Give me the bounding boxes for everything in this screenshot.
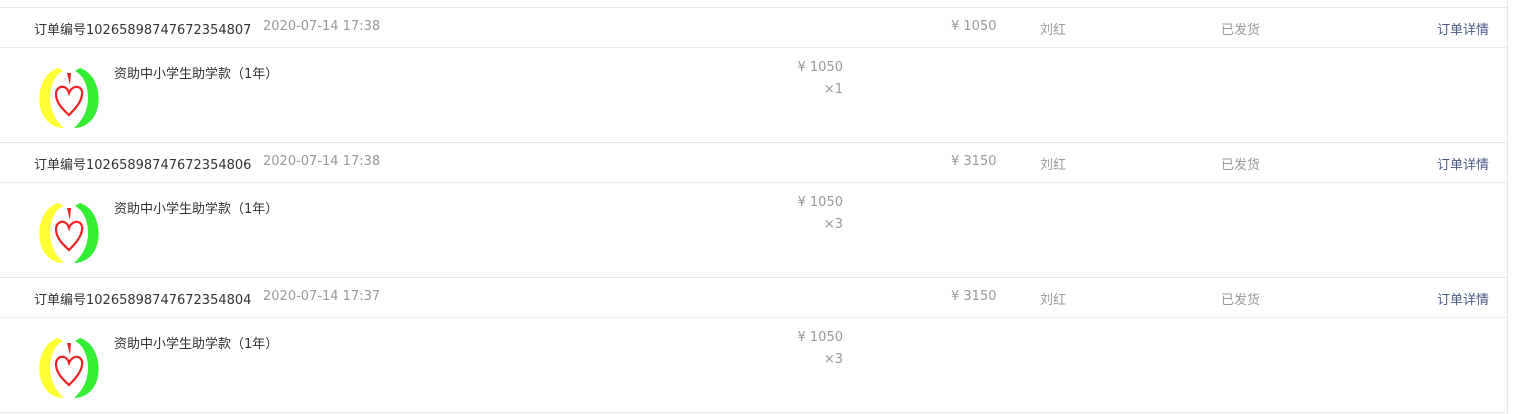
order-detail-link[interactable]: 订单详情 (1437, 154, 1489, 173)
charity-heart-logo-icon (39, 68, 99, 128)
order-header: 订单编号10265898747672354806 2020-07-14 17:3… (0, 143, 1508, 183)
order-card: 订单编号10265898747672354804 2020-07-14 17:3… (0, 278, 1508, 413)
order-status: 已发货 (1221, 23, 1261, 38)
product-quantity: ×3 (823, 217, 843, 232)
order-number: 订单编号10265898747672354804 (34, 293, 252, 308)
product-unit-price: ¥ 1050 (797, 195, 844, 210)
order-total: ¥ 1050 (951, 19, 997, 34)
product-name[interactable]: 资助中小学生助学款（1年） (114, 198, 278, 217)
order-item-row: 资助中小学生助学款（1年） ¥ 1050 ×3 (0, 318, 1508, 413)
order-time: 2020-07-14 17:38 (263, 154, 381, 169)
product-quantity: ×3 (823, 352, 843, 367)
order-item-row: 资助中小学生助学款（1年） ¥ 1050 ×1 (0, 48, 1508, 143)
order-status: 已发货 (1221, 158, 1261, 173)
order-number: 订单编号10265898747672354807 (34, 23, 252, 38)
order-number: 订单编号10265898747672354806 (34, 158, 252, 173)
charity-heart-logo-icon (39, 338, 99, 398)
product-unit-price: ¥ 1050 (797, 330, 844, 345)
product-quantity: ×1 (823, 82, 843, 97)
order-detail-link[interactable]: 订单详情 (1437, 19, 1489, 38)
order-recipient: 刘红 (1040, 158, 1067, 173)
order-total: ¥ 3150 (951, 154, 997, 169)
order-time: 2020-07-14 17:38 (263, 19, 381, 34)
order-total: ¥ 3150 (951, 289, 997, 304)
order-time: 2020-07-14 17:37 (263, 289, 381, 304)
order-recipient: 刘红 (1040, 23, 1067, 38)
order-card: 订单编号10265898747672354806 2020-07-14 17:3… (0, 143, 1508, 278)
order-recipient: 刘红 (1040, 293, 1067, 308)
order-detail-link[interactable]: 订单详情 (1437, 289, 1489, 308)
product-unit-price: ¥ 1050 (797, 60, 844, 75)
order-status: 已发货 (1221, 293, 1261, 308)
order-list-panel: 订单编号10265898747672354807 2020-07-14 17:3… (0, 0, 1508, 414)
charity-heart-logo-icon (39, 203, 99, 263)
order-item-row: 资助中小学生助学款（1年） ¥ 1050 ×3 (0, 183, 1508, 278)
order-header: 订单编号10265898747672354804 2020-07-14 17:3… (0, 278, 1508, 318)
order-card: 订单编号10265898747672354807 2020-07-14 17:3… (0, 8, 1508, 143)
product-name[interactable]: 资助中小学生助学款（1年） (114, 333, 278, 352)
order-header: 订单编号10265898747672354807 2020-07-14 17:3… (0, 8, 1508, 48)
product-name[interactable]: 资助中小学生助学款（1年） (114, 63, 278, 82)
